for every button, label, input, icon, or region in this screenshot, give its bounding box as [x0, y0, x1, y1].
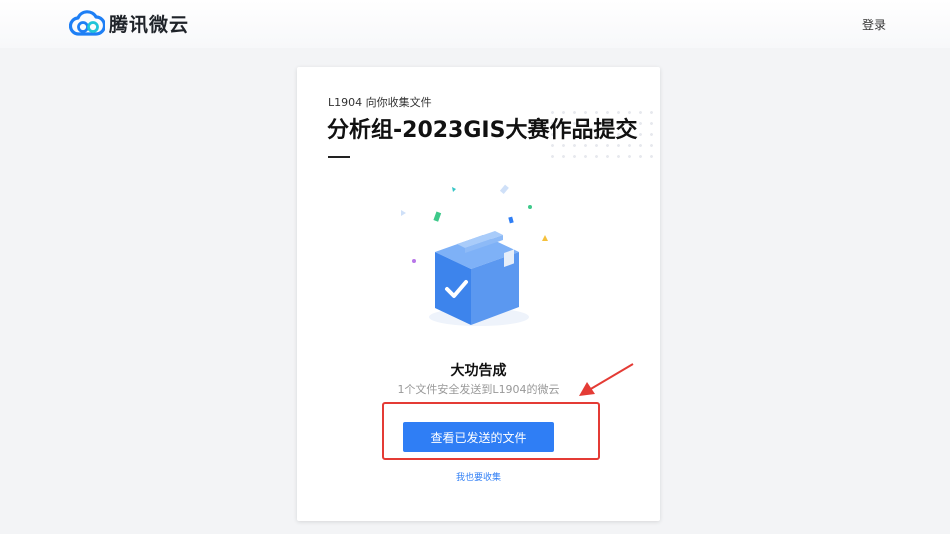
title-underline	[328, 156, 350, 158]
top-bar: 腾讯微云 登录	[0, 0, 950, 48]
logo-text: 腾讯微云	[109, 13, 190, 36]
collect-too-link[interactable]: 我也要收集	[297, 470, 660, 483]
logo[interactable]: 腾讯微云	[69, 8, 189, 38]
annotation-highlight-box	[382, 402, 600, 460]
collection-title: 分析组-2023GIS大赛作品提交	[327, 118, 638, 143]
annotation-arrow-icon	[579, 363, 634, 396]
cloud-logo-icon	[69, 10, 105, 36]
collector-subtitle: L1904 向你收集文件	[328, 96, 432, 109]
package-check-icon	[401, 184, 548, 326]
login-link[interactable]: 登录	[862, 16, 886, 33]
